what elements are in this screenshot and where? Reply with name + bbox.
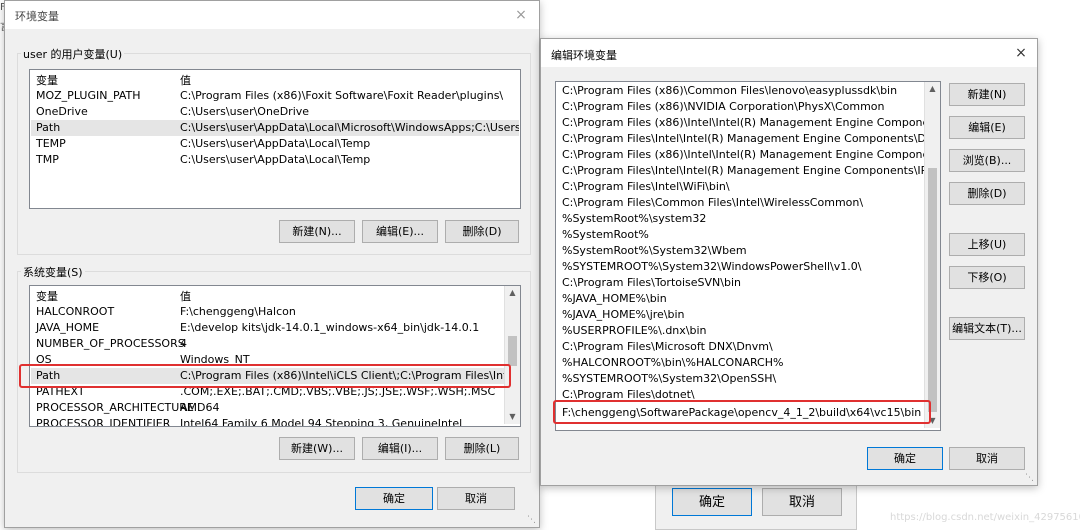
system-vars-label: 系统变量(S) — [21, 264, 85, 280]
list-item[interactable]: JAVA_HOME E:\develop kits\jdk-14.0.1_wind… — [31, 320, 504, 336]
user-vars-label: user 的用户变量(U) — [21, 46, 125, 62]
path-list-scrollbar[interactable]: ▲ ▼ — [924, 82, 940, 428]
delete-path-button[interactable]: 删除(D) — [949, 182, 1025, 205]
list-item[interactable]: %HALCONROOT%\bin\%HALCONARCH% — [556, 355, 926, 371]
column-header-value[interactable]: 值 — [180, 72, 191, 88]
move-up-button[interactable]: 上移(U) — [949, 233, 1025, 256]
system-new-button[interactable]: 新建(W)... — [279, 437, 355, 460]
env-variables-dialog: 环境变量 × user 的用户变量(U) 变量 值 MOZ_PLUGIN_PAT… — [4, 0, 540, 528]
user-vars-list[interactable]: 变量 值 MOZ_PLUGIN_PATH C:\Program Files (x8… — [29, 69, 521, 209]
list-item[interactable]: %SystemRoot%\System32\Wbem — [556, 243, 926, 259]
edit-ok-button[interactable]: 确定 — [867, 447, 943, 470]
list-item[interactable]: OneDrive C:\Users\user\OneDrive — [31, 104, 519, 120]
new-path-button[interactable]: 新建(N) — [949, 83, 1025, 106]
list-item[interactable]: %SystemRoot%\system32 — [556, 211, 926, 227]
user-delete-button[interactable]: 删除(D) — [445, 220, 519, 243]
list-item[interactable]: %JAVA_HOME%\jre\bin — [556, 307, 926, 323]
scroll-up-arrow-icon[interactable]: ▲ — [505, 286, 520, 300]
list-item[interactable]: HALCONROOT F:\chenggeng\Halcon — [31, 304, 504, 320]
bg-window — [540, 0, 850, 40]
close-icon[interactable]: × — [1011, 43, 1031, 63]
user-new-button[interactable]: 新建(N)... — [279, 220, 355, 243]
env-ok-button[interactable]: 确定 — [355, 487, 433, 510]
list-item[interactable]: C:\Program Files\Common Files\Intel\Wire… — [556, 195, 926, 211]
list-item[interactable]: %SYSTEMROOT%\System32\OpenSSH\ — [556, 371, 926, 387]
system-delete-button[interactable]: 删除(L) — [445, 437, 519, 460]
scrollbar-thumb[interactable] — [508, 336, 517, 366]
list-item[interactable]: C:\Program Files (x86)\Intel\Intel(R) Ma… — [556, 147, 926, 163]
edit-text-button[interactable]: 编辑文本(T)... — [949, 317, 1025, 340]
list-item[interactable]: TEMP C:\Users\user\AppData\Local\Temp — [31, 136, 519, 152]
edit-dialog-title: 编辑环境变量 — [551, 49, 617, 62]
path-list[interactable]: C:\Program Files (x86)\Common Files\leno… — [555, 81, 941, 431]
system-vars-scrollbar[interactable]: ▲ ▼ — [504, 286, 520, 424]
list-item[interactable]: C:\Program Files (x86)\Common Files\leno… — [556, 83, 926, 99]
list-item[interactable]: %JAVA_HOME%\bin — [556, 291, 926, 307]
list-item[interactable]: TMP C:\Users\user\AppData\Local\Temp — [31, 152, 519, 168]
list-item[interactable]: Path C:\Users\user\AppData\Local\Microsof… — [31, 120, 519, 136]
bg-cancel-button[interactable]: 取消 — [762, 488, 842, 516]
list-item[interactable]: PROCESSOR_ARCHITECTURE AMD64 — [31, 400, 504, 416]
list-item[interactable]: C:\Program Files\Microsoft DNX\Dnvm\ — [556, 339, 926, 355]
list-item[interactable]: %SYSTEMROOT%\System32\WindowsPowerShell\… — [556, 259, 926, 275]
scrollbar-thumb[interactable] — [928, 168, 937, 412]
resize-grip-icon[interactable]: ⋱ — [527, 515, 537, 525]
list-item[interactable]: PROCESSOR_IDENTIFIER Intel64 Family 6 Mod… — [31, 416, 504, 426]
list-item[interactable]: C:\Program Files (x86)\NVIDIA Corporatio… — [556, 99, 926, 115]
highlight-box — [553, 400, 931, 424]
list-item[interactable]: %USERPROFILE%\.dnx\bin — [556, 323, 926, 339]
column-header-variable[interactable]: 变量 — [36, 288, 58, 304]
edit-path-button[interactable]: 编辑(E) — [949, 116, 1025, 139]
list-item[interactable]: C:\Program Files\Intel\WiFi\bin\ — [556, 179, 926, 195]
bg-ok-button[interactable]: 确定 — [672, 488, 752, 516]
move-down-button[interactable]: 下移(O) — [949, 266, 1025, 289]
watermark: https://blog.csdn.net/weixin_42975610 — [890, 512, 1080, 523]
edit-cancel-button[interactable]: 取消 — [949, 447, 1025, 470]
edit-env-variable-dialog: 编辑环境变量 × C:\Program Files (x86)\Common F… — [540, 38, 1038, 486]
list-item[interactable]: C:\Program Files\Intel\Intel(R) Manageme… — [556, 163, 926, 179]
edit-dialog-titlebar: 编辑环境变量 × — [541, 39, 1037, 67]
resize-grip-icon[interactable]: ⋱ — [1025, 473, 1035, 483]
user-edit-button[interactable]: 编辑(E)... — [362, 220, 438, 243]
list-item[interactable]: C:\Program Files\TortoiseSVN\bin — [556, 275, 926, 291]
column-header-value[interactable]: 值 — [180, 288, 191, 304]
system-edit-button[interactable]: 编辑(I)... — [362, 437, 438, 460]
list-item[interactable]: MOZ_PLUGIN_PATH C:\Program Files (x86)\Fo… — [31, 88, 519, 104]
column-header-variable[interactable]: 变量 — [36, 72, 58, 88]
highlight-box — [19, 364, 511, 388]
env-dialog-titlebar: 环境变量 × — [5, 1, 539, 29]
list-item[interactable]: %SystemRoot% — [556, 227, 926, 243]
env-dialog-title: 环境变量 — [15, 10, 59, 23]
list-item[interactable]: NUMBER_OF_PROCESSORS 4 — [31, 336, 504, 352]
scroll-up-arrow-icon[interactable]: ▲ — [925, 82, 940, 96]
list-item[interactable]: C:\Program Files (x86)\Intel\Intel(R) Ma… — [556, 115, 926, 131]
scroll-down-arrow-icon[interactable]: ▼ — [505, 410, 520, 424]
close-icon[interactable]: × — [511, 5, 531, 25]
system-vars-list[interactable]: 变量 值 HALCONROOT F:\chenggeng\Halcon JAVA_… — [29, 285, 521, 427]
env-cancel-button[interactable]: 取消 — [437, 487, 515, 510]
list-item[interactable]: C:\Program Files\Intel\Intel(R) Manageme… — [556, 131, 926, 147]
browse-button[interactable]: 浏览(B)... — [949, 149, 1025, 172]
